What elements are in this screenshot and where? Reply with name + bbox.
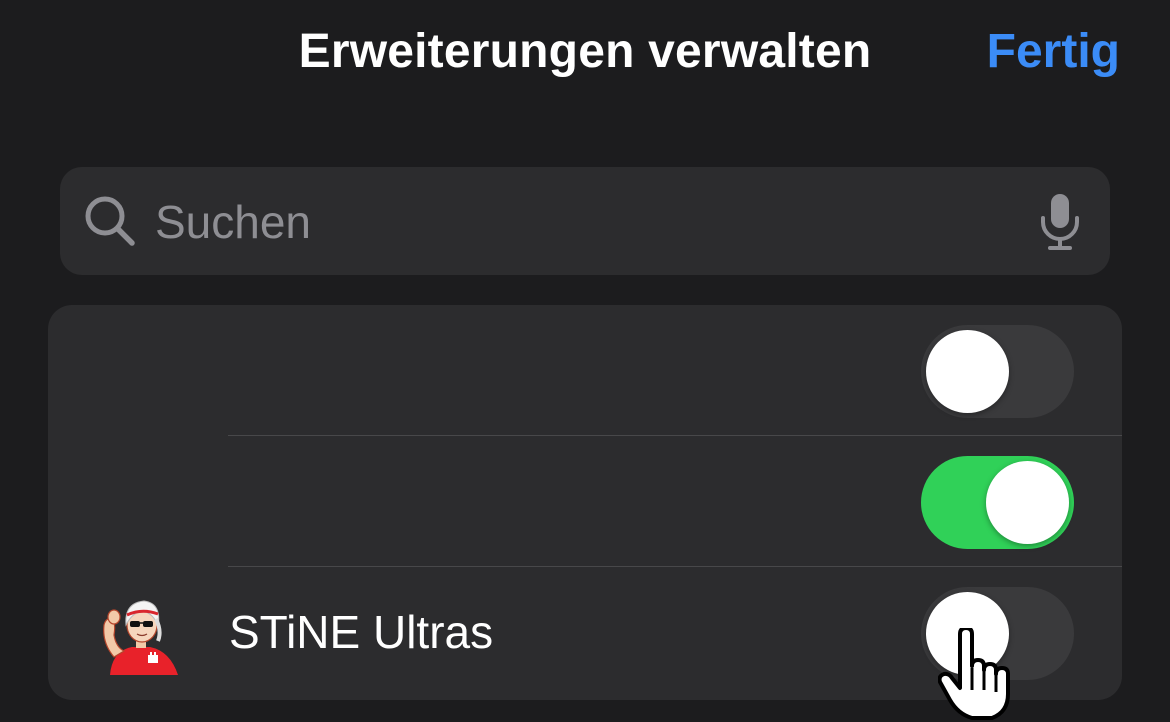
search-input[interactable] [155,190,1005,254]
extension-toggle[interactable] [921,325,1074,418]
search-icon [85,196,135,246]
microphone-icon[interactable] [1038,192,1082,252]
extension-name: STiNE Ultras [229,606,494,658]
toggle-knob [986,461,1069,544]
toggle-knob [926,330,1009,413]
extension-toggle[interactable] [921,456,1074,549]
extension-toggle[interactable] [921,587,1074,680]
toggle-knob [926,592,1009,675]
stine-ultras-avatar-icon [103,600,178,675]
done-button[interactable]: Fertig [987,24,1120,79]
extensions-list: STiNE Ultras [48,305,1122,700]
list-item [48,436,1122,567]
list-item [48,305,1122,436]
list-item: STiNE Ultras [48,567,1122,698]
manage-extensions-screen: Erweiterungen verwalten Fertig Suchen ST… [0,0,1170,722]
